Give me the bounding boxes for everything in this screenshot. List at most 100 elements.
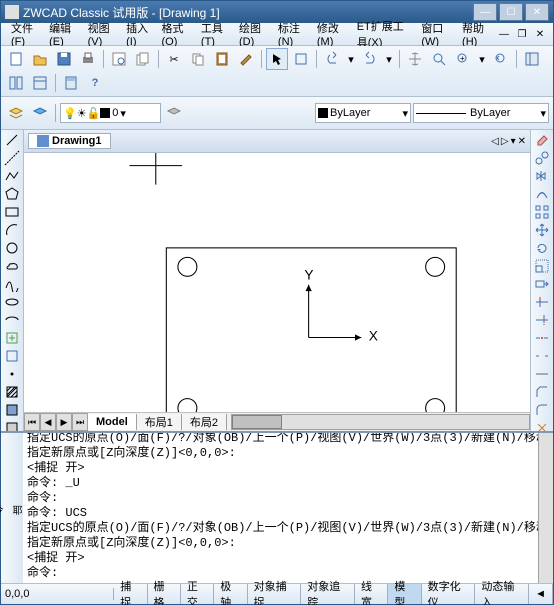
undo-button[interactable] (321, 48, 343, 70)
point-tool[interactable] (3, 366, 21, 382)
publish-button[interactable] (132, 48, 154, 70)
scrollbar-thumb[interactable] (232, 415, 282, 429)
linetype-dropdown[interactable]: ByLayer ▾ (413, 103, 549, 123)
rotate-tool[interactable] (533, 240, 551, 256)
break-tool[interactable] (533, 348, 551, 364)
mdi-minimize-button[interactable]: — (495, 27, 513, 41)
command-scrollbar[interactable] (538, 433, 553, 583)
status-toggle-2[interactable]: 正交 (181, 584, 214, 604)
close-button[interactable]: ✕ (525, 3, 549, 21)
hatch-tool[interactable] (3, 384, 21, 400)
erase-tool[interactable] (533, 132, 551, 148)
tab-close[interactable]: ✕ (518, 136, 526, 147)
circle-tool[interactable] (3, 240, 21, 256)
tab-scroll-left[interactable]: ◁ (491, 136, 499, 147)
status-toggle-8[interactable]: 数字化仪 (422, 584, 476, 604)
new-button[interactable] (5, 48, 27, 70)
axis-y-label: Y (304, 268, 313, 283)
tab-first-button[interactable]: ⏮ (24, 413, 40, 431)
tab-next-button[interactable]: ▶ (56, 413, 72, 431)
copy-button[interactable] (187, 48, 209, 70)
spline-tool[interactable] (3, 276, 21, 292)
layout-tab-2[interactable]: 布局2 (182, 414, 227, 430)
zoom-previous-button[interactable] (490, 48, 512, 70)
status-toggle-1[interactable]: 栅格 (148, 584, 181, 604)
mdi-close-button[interactable]: ✕ (531, 27, 549, 41)
layout-tab-1[interactable]: 布局1 (137, 414, 182, 430)
color-dropdown[interactable]: ByLayer ▾ (315, 103, 411, 123)
chamfer-tool[interactable] (533, 384, 551, 400)
redo-button[interactable] (359, 48, 381, 70)
tab-last-button[interactable]: ⏭ (72, 413, 88, 431)
status-toggle-4[interactable]: 对象捕捉 (248, 584, 302, 604)
move-tool[interactable] (533, 222, 551, 238)
tool-palettes-button[interactable] (5, 72, 27, 94)
print-button[interactable] (77, 48, 99, 70)
copy-tool[interactable] (533, 150, 551, 166)
maximize-button[interactable]: ☐ (499, 3, 523, 21)
offset-tool[interactable] (533, 186, 551, 202)
array-tool[interactable] (533, 204, 551, 220)
horizontal-scrollbar[interactable] (231, 414, 530, 430)
status-toggle-5[interactable]: 对象追踪 (301, 584, 355, 604)
select-button[interactable] (266, 48, 288, 70)
status-toggle-6[interactable]: 线宽 (355, 584, 388, 604)
status-toggle-0[interactable]: 捕捉 (114, 584, 147, 604)
fillet-tool[interactable] (533, 402, 551, 418)
layout-tab-model[interactable]: Model (88, 414, 137, 430)
ellipse-arc-tool[interactable] (3, 312, 21, 328)
arc-tool[interactable] (3, 222, 21, 238)
break-at-point-tool[interactable] (533, 330, 551, 346)
mirror-tool[interactable] (533, 168, 551, 184)
mdi-restore-button[interactable]: ❐ (513, 27, 531, 41)
match-properties-button[interactable] (235, 48, 257, 70)
revision-cloud-tool[interactable] (3, 258, 21, 274)
rectangle-tool[interactable] (3, 204, 21, 220)
redo-dropdown[interactable]: ▾ (383, 48, 395, 70)
construction-line-tool[interactable] (3, 150, 21, 166)
coordinates-display[interactable]: 0,0,0 (1, 588, 114, 600)
properties-button[interactable] (29, 72, 51, 94)
undo-dropdown[interactable]: ▾ (345, 48, 357, 70)
extend-tool[interactable] (533, 312, 551, 328)
status-toggle-9[interactable]: 动态输入 (475, 584, 529, 604)
help-button[interactable]: ? (84, 72, 106, 94)
zoom-dropdown[interactable]: ▾ (476, 48, 488, 70)
status-toggle-7[interactable]: 模型 (388, 584, 421, 604)
join-tool[interactable] (533, 366, 551, 382)
trim-tool[interactable] (533, 294, 551, 310)
paste-button[interactable] (211, 48, 233, 70)
stretch-tool[interactable] (533, 276, 551, 292)
print-preview-button[interactable] (108, 48, 130, 70)
calculator-button[interactable] (60, 72, 82, 94)
current-layer-name: 0 (112, 107, 118, 119)
layer-states-button[interactable] (29, 102, 51, 124)
scale-tool[interactable] (533, 258, 551, 274)
layer-properties-button[interactable] (5, 102, 27, 124)
gradient-tool[interactable] (3, 402, 21, 418)
status-toggle-3[interactable]: 极轴 (214, 584, 247, 604)
cut-button[interactable]: ✂ (163, 48, 185, 70)
command-history[interactable]: 另一角点:命令:另一角点:命令: ucs指定UCS的原点(O)/面(F)/?/对… (23, 433, 538, 583)
layer-dropdown[interactable]: 💡 ☀ 🔓 0 ▾ (60, 103, 161, 123)
status-tray-button[interactable]: ◄ (529, 584, 553, 604)
design-center-button[interactable] (521, 48, 543, 70)
line-tool[interactable] (3, 132, 21, 148)
block-editor-button[interactable] (290, 48, 312, 70)
save-button[interactable] (53, 48, 75, 70)
tab-prev-button[interactable]: ◀ (40, 413, 56, 431)
pan-button[interactable] (404, 48, 426, 70)
tab-scroll-right[interactable]: ▷ (501, 136, 509, 147)
polygon-tool[interactable] (3, 186, 21, 202)
zoom-realtime-button[interactable] (428, 48, 450, 70)
polyline-tool[interactable] (3, 168, 21, 184)
insert-block-tool[interactable] (3, 330, 21, 346)
make-block-tool[interactable] (3, 348, 21, 364)
document-tab[interactable]: Drawing1 (28, 133, 111, 149)
ellipse-tool[interactable] (3, 294, 21, 310)
layer-previous-button[interactable] (163, 102, 185, 124)
open-button[interactable] (29, 48, 51, 70)
drawing-canvas[interactable]: X Y (24, 153, 530, 412)
tab-menu[interactable]: ▾ (511, 136, 516, 147)
zoom-window-button[interactable]: + (452, 48, 474, 70)
